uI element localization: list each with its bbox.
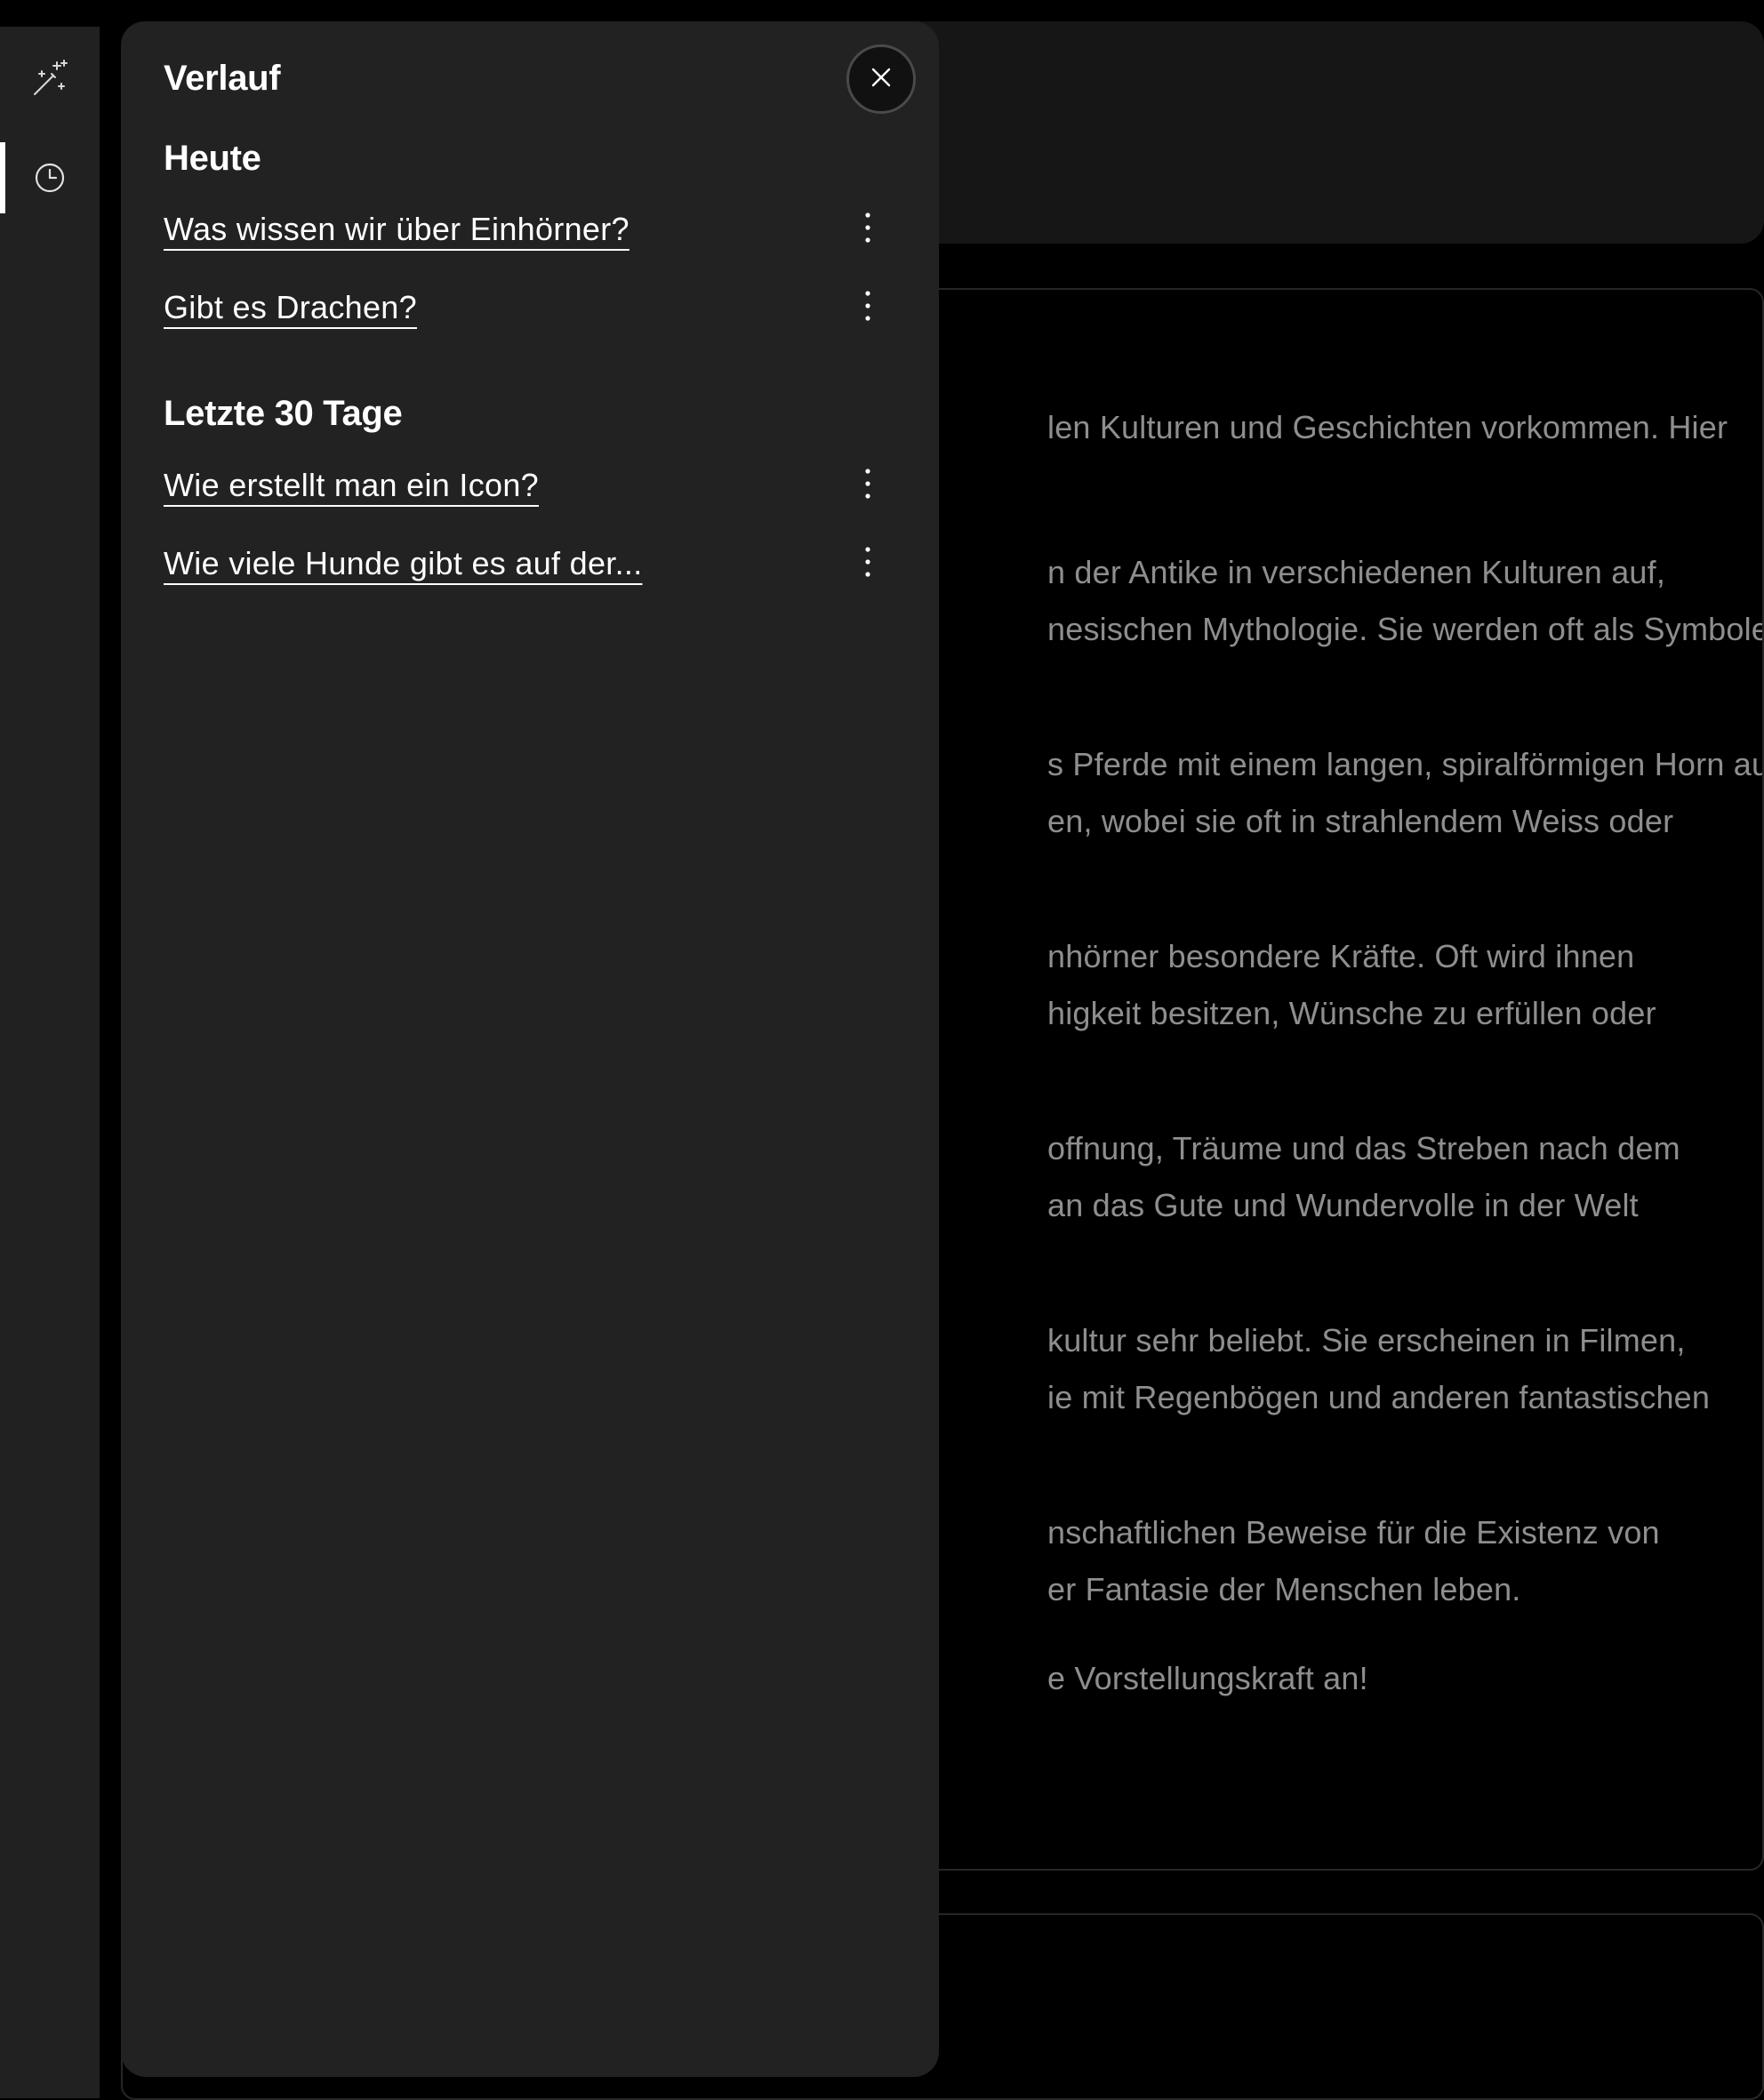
more-options-button[interactable] — [850, 465, 886, 506]
close-icon — [869, 65, 894, 94]
answer-line: n der Antike in verschiedenen Kulturen a… — [1047, 554, 1666, 590]
history-panel: Verlauf Heute Was wissen wir über Einhör… — [121, 21, 939, 2077]
more-vertical-icon — [864, 290, 871, 326]
history-item-link[interactable]: Wie erstellt man ein Icon? — [164, 465, 539, 506]
answer-line: offnung, Träume und das Streben nach dem — [1047, 1130, 1680, 1166]
history-button[interactable] — [0, 142, 100, 213]
history-item-link[interactable]: Gibt es Drachen? — [164, 287, 417, 328]
answer-line: ie mit Regenbögen und anderen fantastisc… — [1047, 1379, 1711, 1415]
answer-line: nhörner besondere Kräfte. Oft wird ihnen — [1047, 938, 1635, 974]
section-title-last-30-days: Letzte 30 Tage — [164, 394, 403, 433]
answer-line: higkeit besitzen, Wünsche zu erfüllen od… — [1047, 995, 1656, 1031]
history-item: Gibt es Drachen? — [164, 287, 893, 341]
more-options-button[interactable] — [850, 209, 886, 250]
section-title-today: Heute — [164, 139, 261, 178]
more-vertical-icon — [864, 468, 871, 504]
answer-line: e Vorstellungskraft an! — [1047, 1660, 1368, 1696]
panel-title: Verlauf — [164, 59, 281, 98]
history-item: Was wissen wir über Einhörner? — [164, 209, 893, 262]
answer-line: nschaftlichen Beweise für die Existenz v… — [1047, 1514, 1660, 1551]
more-vertical-icon — [864, 212, 871, 248]
answer-line: an das Gute und Wundervolle in der Welt — [1047, 1187, 1639, 1223]
answer-line: len Kulturen und Geschichten vorkommen. … — [1047, 409, 1728, 445]
answer-line: nesischen Mythologie. Sie werden oft als… — [1047, 611, 1764, 647]
side-rail — [0, 0, 100, 2098]
magic-wand-button[interactable] — [0, 43, 100, 114]
history-item: Wie viele Hunde gibt es auf der... — [164, 543, 893, 597]
answer-line: er Fantasie der Menschen leben. — [1047, 1571, 1521, 1607]
clock-icon — [34, 162, 66, 194]
active-indicator — [0, 142, 5, 213]
history-item-link[interactable]: Was wissen wir über Einhörner? — [164, 209, 629, 250]
history-item-link[interactable]: Wie viele Hunde gibt es auf der... — [164, 543, 643, 584]
answer-line: s Pferde mit einem langen, spiralförmige… — [1047, 746, 1764, 782]
close-button[interactable] — [846, 44, 916, 114]
rail-gutter — [100, 0, 121, 2098]
more-options-button[interactable] — [850, 543, 886, 584]
magic-wand-icon — [30, 59, 69, 98]
history-item: Wie erstellt man ein Icon? — [164, 465, 893, 518]
rail-top-strip — [0, 0, 100, 27]
more-vertical-icon — [864, 546, 871, 582]
more-options-button[interactable] — [850, 287, 886, 328]
answer-line: en, wobei sie oft in strahlendem Weiss o… — [1047, 803, 1674, 839]
answer-line: kultur sehr beliebt. Sie erscheinen in F… — [1047, 1322, 1686, 1359]
